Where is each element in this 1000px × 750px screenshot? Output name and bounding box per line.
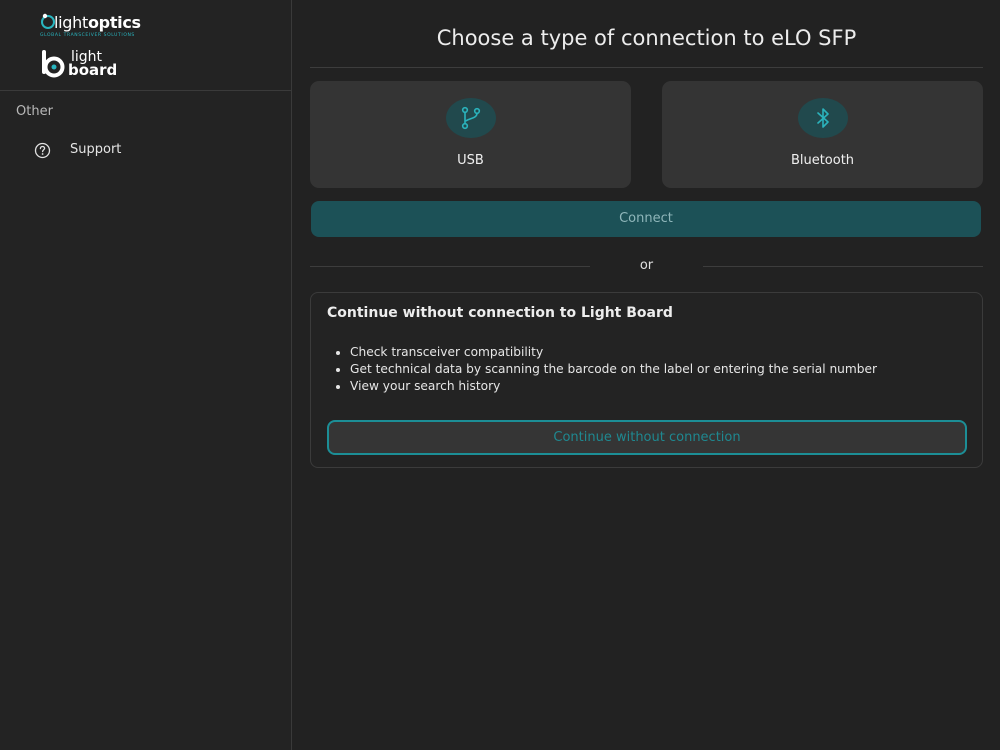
lightboard-b-mark — [42, 50, 65, 78]
list-item: View your search history — [335, 378, 877, 395]
list-item: Get technical data by scanning the barco… — [335, 362, 878, 376]
offline-mode-title: Continue without connection to Light Boa… — [327, 305, 673, 321]
lightboard-logo: light board — [40, 50, 130, 80]
sidebar-section-other: Other — [16, 104, 53, 119]
offline-mode-card: Continue without connection to Light Boa… — [310, 292, 983, 468]
offline-feature-list: Check transceiver compatibility Get tech… — [335, 344, 878, 395]
bluetooth-icon — [816, 108, 829, 128]
lightoptics-tagline: GLOBAL TRANSCEIVER SOLUTIONS — [40, 33, 135, 38]
title-divider — [310, 67, 983, 68]
sidebar: lightoptics GLOBAL TRANSCEIVER SOLUTIONS… — [0, 0, 292, 750]
list-item: Check transceiver compatibility — [335, 344, 877, 361]
lightoptics-logo-part2: optics — [87, 13, 141, 32]
logo-area: lightoptics GLOBAL TRANSCEIVER SOLUTIONS… — [0, 0, 291, 91]
continue-without-connection-button[interactable]: Continue without connection — [327, 420, 967, 455]
or-divider: or — [310, 256, 983, 276]
page-title: Choose a type of connection to eLO SFP — [436, 26, 857, 50]
usb-icon-badge — [445, 98, 496, 138]
usb-connection-card[interactable]: USB — [310, 81, 631, 188]
or-divider-line-right — [703, 266, 983, 267]
connect-button[interactable]: Connect — [311, 201, 981, 237]
bluetooth-icon-badge — [797, 98, 848, 138]
sidebar-item-label: Support — [70, 142, 122, 157]
lightoptics-logo-part1: light — [54, 13, 88, 32]
usb-branch-icon — [461, 106, 480, 130]
lightoptics-logo: lightoptics GLOBAL TRANSCEIVER SOLUTIONS — [40, 12, 150, 42]
lightboard-logo-line2: board — [68, 61, 118, 79]
sidebar-item-support[interactable]: Support — [0, 136, 291, 164]
help-circle-icon — [34, 142, 51, 159]
usb-connection-label: USB — [457, 153, 484, 168]
bluetooth-connection-card[interactable]: Bluetooth — [662, 81, 983, 188]
main-content: Choose a type of connection to eLO SFP U… — [293, 0, 1000, 750]
bluetooth-connection-label: Bluetooth — [790, 153, 855, 168]
